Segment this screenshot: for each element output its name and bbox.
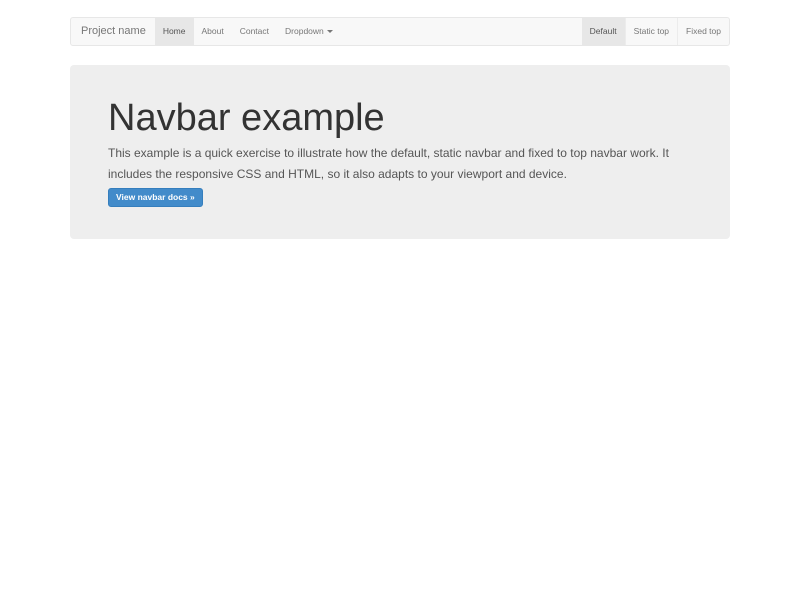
nav-item-fixed-top: Fixed top <box>677 18 729 45</box>
nav-link-about[interactable]: About <box>194 18 232 45</box>
nav-link-static-top[interactable]: Static top <box>626 18 677 45</box>
navbar: Project name Home About Contact Dropdown… <box>70 17 730 46</box>
page-title: Navbar example <box>108 97 692 139</box>
navbar-left-nav: Home About Contact Dropdown <box>155 18 341 45</box>
nav-link-default[interactable]: Default <box>582 18 625 45</box>
nav-item-static-top: Static top <box>625 18 677 45</box>
dropdown-label: Dropdown <box>285 26 324 36</box>
nav-item-home: Home <box>155 18 194 45</box>
nav-link-home[interactable]: Home <box>155 18 194 45</box>
view-navbar-docs-button[interactable]: View navbar docs » <box>108 188 203 207</box>
caret-down-icon <box>327 30 333 33</box>
page-description: This example is a quick exercise to illu… <box>108 143 692 185</box>
nav-item-contact: Contact <box>232 18 277 45</box>
nav-item-dropdown: Dropdown <box>277 18 341 45</box>
nav-item-about: About <box>194 18 232 45</box>
page-container: Project name Home About Contact Dropdown… <box>70 17 730 239</box>
nav-link-fixed-top[interactable]: Fixed top <box>678 18 729 45</box>
navbar-brand[interactable]: Project name <box>71 18 155 45</box>
nav-link-dropdown[interactable]: Dropdown <box>277 18 341 45</box>
nav-item-default: Default <box>582 18 625 45</box>
navbar-right-nav: Default Static top Fixed top <box>582 18 729 45</box>
jumbotron: Navbar example This example is a quick e… <box>70 65 730 239</box>
nav-link-contact[interactable]: Contact <box>232 18 277 45</box>
